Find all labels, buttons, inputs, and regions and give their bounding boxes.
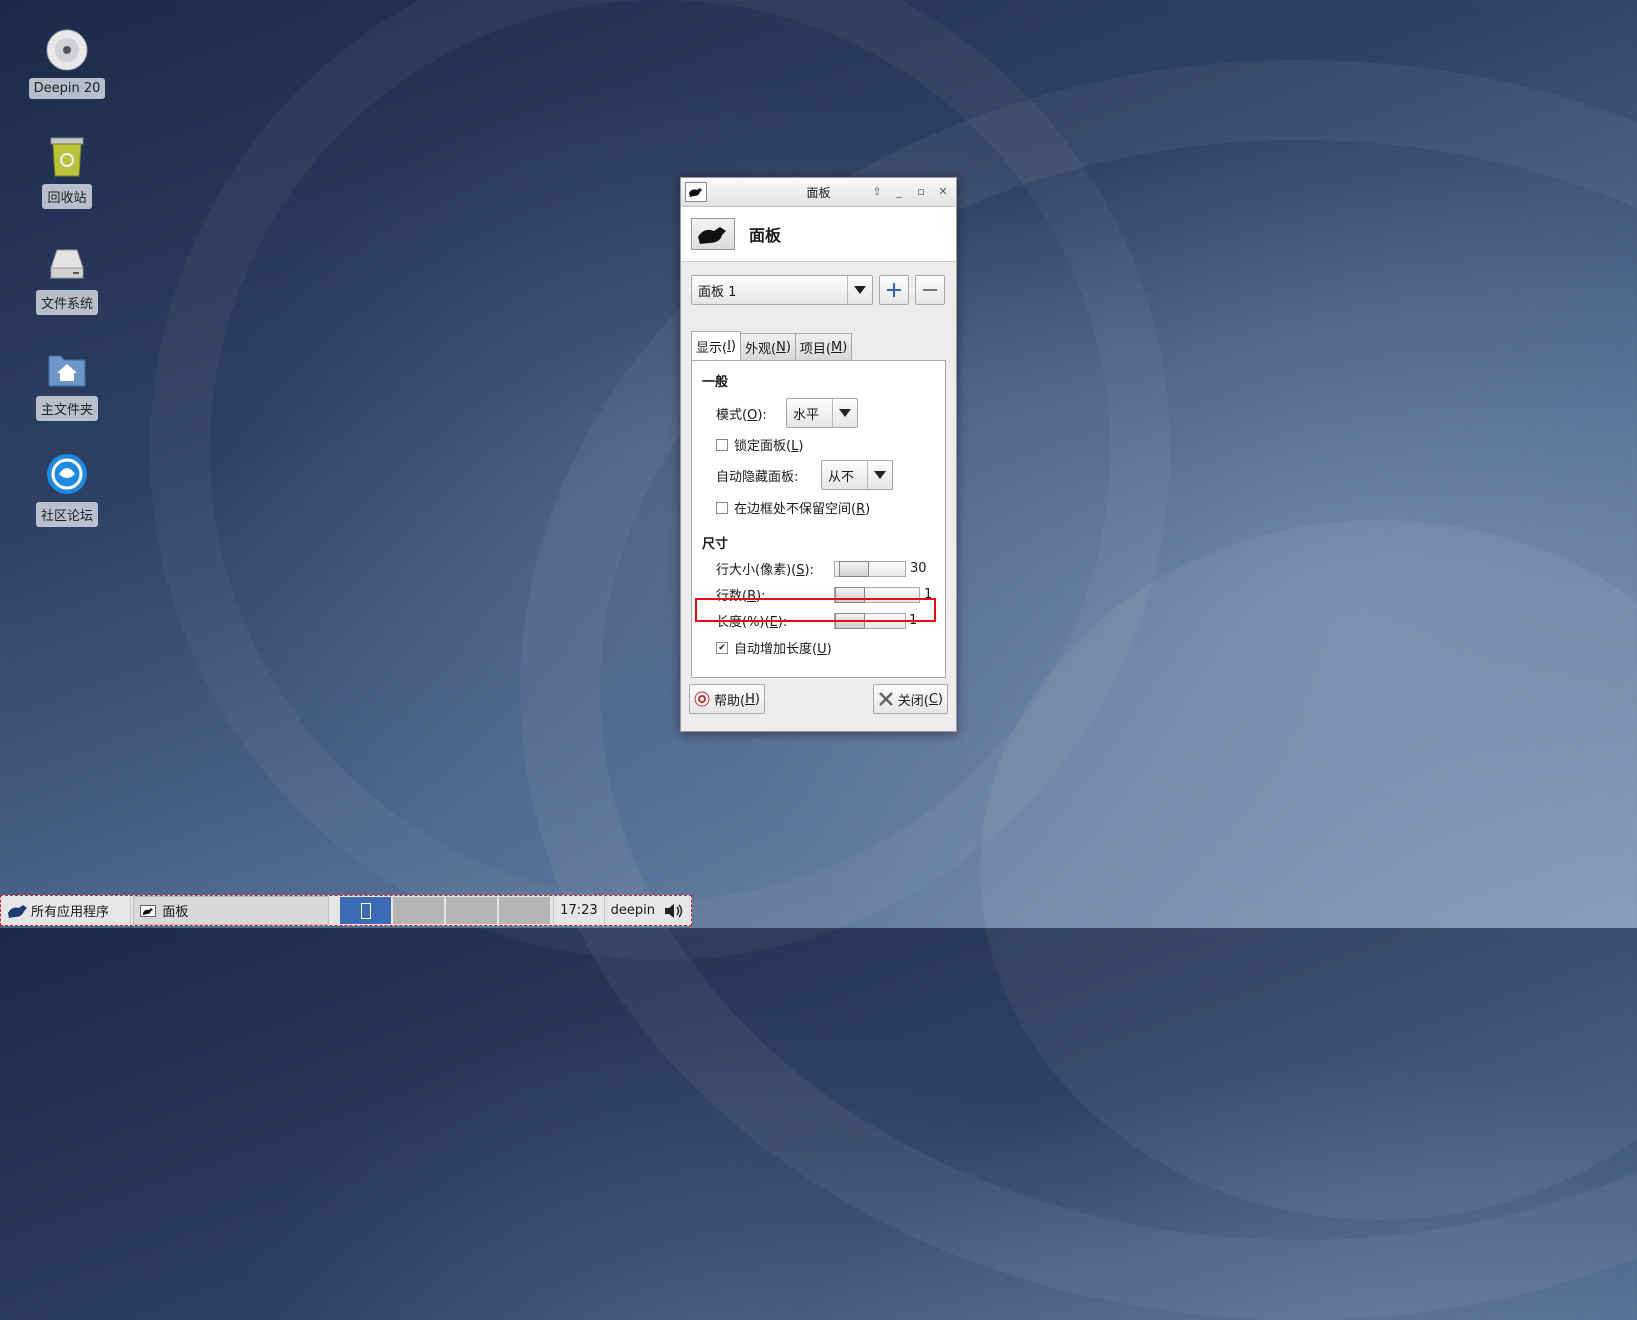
xfce-mouse-icon <box>8 904 27 918</box>
plus-icon <box>887 283 901 297</box>
general-heading: 一般 <box>702 375 729 390</box>
autogrow-checkbox[interactable]: ✔ 自动增加长度(U) <box>716 638 832 657</box>
deepin-logo-icon <box>43 450 91 498</box>
help-button[interactable]: 帮助(H) <box>689 684 765 714</box>
reserve-space-label: 在边框处不保留空间(R) <box>734 502 871 517</box>
autohide-label: 自动隐藏面板: <box>716 469 799 485</box>
mode-row: 模式(O): 水平 <box>716 398 858 428</box>
panel-select-value: 面板 1 <box>698 284 737 300</box>
size-heading: 尺寸 <box>702 537 729 552</box>
close-icon[interactable]: ✕ <box>934 182 952 200</box>
tab-items[interactable]: 项目(M) <box>794 333 853 360</box>
tab-appearance[interactable]: 外观(N) <box>740 333 796 360</box>
lock-panel-label: 锁定面板(L) <box>734 439 804 454</box>
disc-icon <box>43 26 91 74</box>
row-size-slider[interactable] <box>834 560 906 577</box>
row-size-value: 30 <box>910 561 927 576</box>
desktop-icon-label: 文件系统 <box>35 290 98 315</box>
workspace-1[interactable] <box>340 897 392 924</box>
dialog-header-title: 面板 <box>749 226 782 245</box>
mode-label: 模式(O): <box>716 407 767 423</box>
display-tab-panel: 一般 模式(O): 水平 锁定面板(L) 自动隐藏面板: 从不 在边框处不保留空… <box>691 360 946 678</box>
panel-preferences-window: 面板 ⇧ _ ▫ ✕ 面板 面板 1 显示(I) 外观(N) 项目(M) 一般 <box>680 177 957 732</box>
drive-icon <box>43 238 91 286</box>
close-button[interactable]: 关闭(C) <box>872 684 948 714</box>
row-size-row: 行大小(像素)(S): 30 <box>716 559 927 578</box>
mode-select[interactable]: 水平 <box>786 398 858 428</box>
applications-menu-label: 所有应用程序 <box>31 905 110 920</box>
lock-panel-checkbox[interactable]: 锁定面板(L) <box>716 435 803 454</box>
lock-panel-check[interactable] <box>716 438 728 451</box>
window-titlebar[interactable]: 面板 ⇧ _ ▫ ✕ <box>681 178 956 207</box>
add-panel-button[interactable] <box>879 275 909 305</box>
maximize-icon[interactable]: ▫ <box>912 182 930 200</box>
desktop-icon-label: Deepin 20 <box>28 78 106 99</box>
chevron-down-icon <box>832 399 857 427</box>
help-icon <box>694 691 710 707</box>
shade-icon[interactable]: ⇧ <box>868 182 886 200</box>
workspace-2[interactable] <box>393 897 445 924</box>
autohide-select-value: 从不 <box>828 469 855 485</box>
applications-menu-button[interactable]: 所有应用程序 <box>1 896 132 925</box>
autogrow-check[interactable]: ✔ <box>716 641 728 654</box>
mode-select-value: 水平 <box>793 407 820 423</box>
workspace-3[interactable] <box>446 897 498 924</box>
minimize-icon[interactable]: _ <box>890 182 908 200</box>
workspace-4[interactable] <box>499 897 551 924</box>
autohide-select[interactable]: 从不 <box>821 460 893 490</box>
reserve-space-checkbox[interactable]: 在边框处不保留空间(R) <box>716 498 870 517</box>
desktop-icon-deepin20[interactable]: Deepin 20 <box>28 26 106 99</box>
volume-icon[interactable] <box>663 902 685 920</box>
home-folder-icon <box>43 344 91 392</box>
close-x-icon <box>878 692 893 706</box>
slider-thumb[interactable] <box>839 560 869 577</box>
desktop-icon-filesystem[interactable]: 文件系统 <box>30 238 104 315</box>
clock[interactable]: 17:23 <box>553 896 605 925</box>
tab-display[interactable]: 显示(I) <box>691 331 741 360</box>
desktop-icon-home[interactable]: 主文件夹 <box>30 344 104 421</box>
row-size-label: 行大小(像素)(S): <box>716 563 814 578</box>
workspace-switcher <box>339 897 551 924</box>
chevron-down-icon <box>847 276 872 304</box>
autogrow-label: 自动增加长度(U) <box>734 642 832 657</box>
autohide-row: 自动隐藏面板: 从不 <box>716 460 893 490</box>
chevron-down-icon <box>867 461 892 489</box>
panel-app-icon <box>140 904 157 917</box>
desktop-icon-forum[interactable]: 社区论坛 <box>30 450 104 527</box>
trash-icon <box>43 132 91 180</box>
panel-header-icon <box>691 218 735 250</box>
user-menu[interactable]: deepin <box>605 896 691 925</box>
user-label: deepin <box>610 903 655 918</box>
desktop-icon-label: 回收站 <box>42 184 92 209</box>
desktop-icon-label: 社区论坛 <box>35 502 98 527</box>
desktop-icon-label: 主文件夹 <box>35 396 98 421</box>
taskbar: 所有应用程序 面板 17:23 deepin <box>0 895 692 926</box>
task-button-panel[interactable]: 面板 <box>133 896 330 925</box>
minus-icon <box>923 289 937 291</box>
task-label: 面板 <box>162 905 189 920</box>
reserve-space-check[interactable] <box>716 501 728 514</box>
highlight-box <box>695 598 936 622</box>
desktop-icon-trash[interactable]: 回收站 <box>30 132 104 209</box>
dialog-header: 面板 <box>681 207 956 262</box>
panel-select[interactable]: 面板 1 <box>691 275 873 305</box>
remove-panel-button[interactable] <box>915 275 945 305</box>
